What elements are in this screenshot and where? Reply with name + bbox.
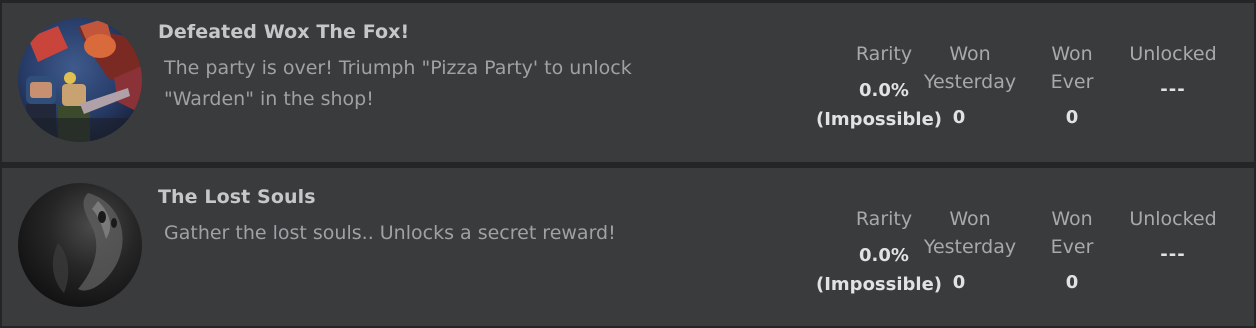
badge-card[interactable]: The Lost Souls Gather the lost souls.. U…: [2, 168, 1254, 326]
badge-title[interactable]: The Lost Souls: [158, 186, 316, 208]
badge-thumbnail[interactable]: [18, 183, 142, 307]
fox-badge-icon: [18, 18, 142, 142]
unlocked-stat: Unlocked ---: [1120, 205, 1226, 269]
won-yesterday-label: Won Yesterday: [923, 208, 1017, 258]
badge-thumbnail[interactable]: [18, 18, 142, 142]
won-ever-stat: Won Ever 0: [1032, 40, 1112, 132]
won-yesterday-stat: Won Yesterday 0: [912, 40, 1028, 132]
won-yesterday-value: 0: [952, 272, 966, 293]
won-ever-label: Won Ever: [1050, 43, 1094, 93]
won-ever-label: Won Ever: [1050, 208, 1094, 258]
unlocked-value: ---: [1160, 244, 1186, 265]
won-yesterday-value: 0: [952, 107, 966, 128]
badge-card[interactable]: Defeated Wox The Fox! The party is over!…: [2, 3, 1254, 162]
won-ever-value: 0: [1065, 272, 1079, 293]
won-ever-stat: Won Ever 0: [1032, 205, 1112, 297]
badge-description: Gather the lost souls.. Unlocks a secret…: [164, 222, 616, 244]
won-ever-value: 0: [1065, 107, 1079, 128]
won-yesterday-stat: Won Yesterday 0: [912, 205, 1028, 297]
badge-title[interactable]: Defeated Wox The Fox!: [158, 21, 409, 43]
unlocked-label: Unlocked: [1129, 208, 1217, 230]
lost-souls-badge-icon: [18, 183, 142, 307]
unlocked-label: Unlocked: [1129, 43, 1217, 65]
won-yesterday-label: Won Yesterday: [923, 43, 1017, 93]
badge-description: The party is over! Triumph "Pizza Party'…: [164, 57, 632, 110]
unlocked-stat: Unlocked ---: [1120, 40, 1226, 104]
unlocked-value: ---: [1160, 79, 1186, 100]
